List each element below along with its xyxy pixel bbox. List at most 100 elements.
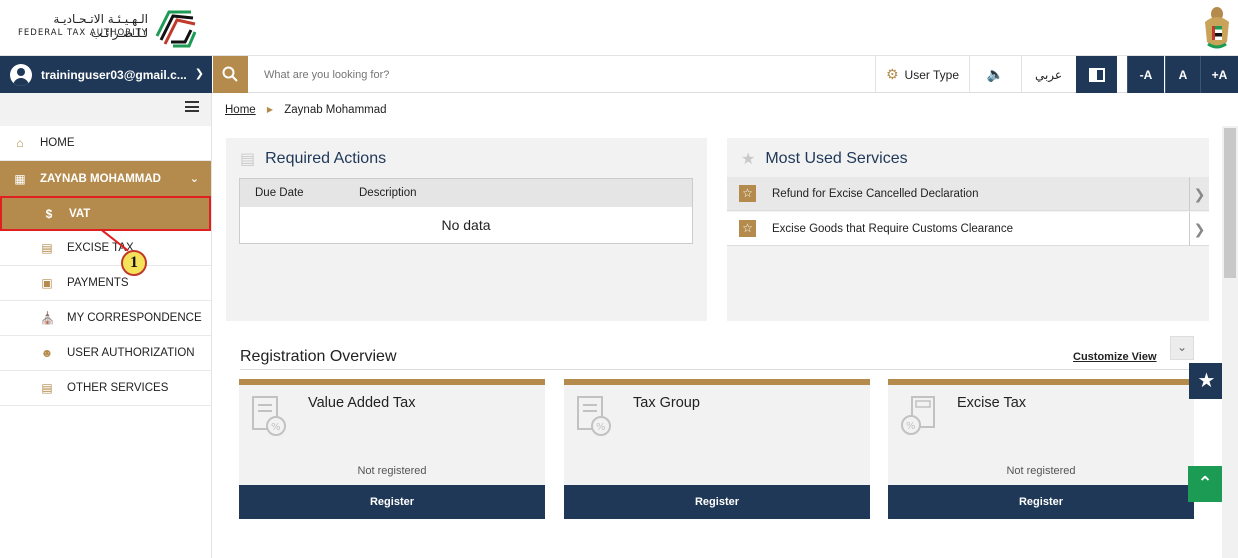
money-bag-icon: $ [45, 206, 53, 221]
home-icon: ⌂ [16, 136, 24, 150]
search-button[interactable] [213, 56, 248, 93]
chevron-right-icon[interactable]: ❯ [1189, 177, 1209, 211]
sidebar-item-excise-tax[interactable]: ▤ EXCISE TAX [0, 231, 211, 266]
registration-status: Not registered [357, 465, 427, 477]
column-header-due-date: Due Date [255, 187, 304, 199]
logo-english-text: FEDERAL TAX AUTHORITY [18, 28, 148, 38]
user-avatar-icon [10, 63, 32, 86]
sidebar-item-label: PAYMENTS [67, 277, 129, 289]
chevron-down-icon: ⌄ [1176, 340, 1188, 354]
registration-card-excise-tax: % Excise Tax Not registered Register [888, 379, 1194, 519]
annotation-step-marker: 1 [121, 250, 147, 276]
top-header: الـهـيـئـة الاتـحـاديـة لـلـضـرائـب FEDE… [0, 0, 1238, 56]
sidebar-item-label: VAT [69, 207, 91, 220]
user-account-menu[interactable]: traininguser03@gmail.c... ❯ [0, 56, 212, 93]
excise-calculator-icon: % [901, 396, 935, 435]
scroll-to-top-button[interactable]: ⌃ [1188, 466, 1222, 502]
most-used-services-panel: ★ Most Used Services ☆ Refund for Excise… [727, 138, 1209, 321]
svg-text:%: % [596, 422, 606, 433]
contrast-toggle-button[interactable] [1076, 56, 1117, 93]
star-icon: ☆ [739, 185, 756, 202]
search-icon [222, 66, 238, 82]
chevron-down-icon: ❯ [194, 68, 204, 80]
table-header: Due Date Description [240, 179, 692, 207]
required-actions-table: Due Date Description No data [239, 178, 693, 244]
sidebar-item-zaynab-mohammad[interactable]: ▦ ZAYNAB MOHAMMAD ⌄ [0, 161, 211, 196]
search-input[interactable] [250, 56, 870, 93]
sidebar-item-label: HOME [40, 137, 75, 149]
registration-overview-title: Registration Overview [240, 348, 397, 365]
register-button[interactable]: Register [564, 485, 870, 519]
hamburger-menu-icon[interactable] [185, 101, 199, 112]
fta-logo-icon [155, 10, 197, 48]
grid-icon: ▦ [14, 171, 26, 186]
card-title: Tax Group [633, 395, 700, 411]
service-item[interactable]: ☆ Excise Goods that Require Customs Clea… [727, 212, 1209, 246]
vat-document-icon: % [252, 396, 286, 436]
sidebar-item-payments[interactable]: ▣ PAYMENTS [0, 266, 211, 301]
uae-emblem-icon [1205, 7, 1229, 49]
excise-tax-icon: ▤ [41, 241, 53, 255]
star-icon: ★ [1197, 370, 1216, 392]
contrast-icon [1088, 67, 1105, 82]
svg-text:%: % [906, 421, 916, 432]
payment-card-icon: ▣ [41, 276, 53, 290]
svg-text:%: % [271, 422, 281, 433]
empty-table-message: No data [441, 217, 491, 233]
sidebar-item-other-services[interactable]: ▤ OTHER SERVICES [0, 371, 211, 406]
user-auth-icon: ☻ [40, 346, 54, 360]
language-toggle-button[interactable]: عربي [1021, 56, 1075, 93]
required-actions-heading: Required Actions [265, 150, 387, 167]
building-icon: ⛪ [40, 311, 55, 325]
collapse-button[interactable]: ⌄ [1170, 336, 1194, 360]
scrollbar-thumb[interactable] [1224, 128, 1236, 278]
star-icon: ☆ [739, 220, 756, 237]
document-icon: ▤ [41, 381, 53, 395]
sidebar-top [0, 93, 211, 126]
double-chevron-up-icon: ⌃ [1197, 473, 1213, 493]
service-item[interactable]: ☆ Refund for Excise Cancelled Declaratio… [727, 177, 1209, 211]
nav-bar: traininguser03@gmail.c... ❯ ⚙ User Type … [0, 56, 1238, 93]
text-to-speech-button[interactable]: 🔈 [969, 56, 1021, 93]
most-used-services-title: ★ Most Used Services [741, 149, 908, 169]
breadcrumb-arrow-icon: ▶ [266, 105, 274, 114]
customize-view-link[interactable]: Customize View [1073, 351, 1157, 363]
star-icon: ★ [741, 151, 756, 168]
sidebar-item-label: MY CORRESPONDENCE [67, 312, 202, 324]
user-type-button[interactable]: ⚙ User Type [875, 56, 969, 93]
card-title: Value Added Tax [308, 395, 416, 411]
required-actions-title: ▤ Required Actions [240, 149, 386, 169]
sidebar-item-label: ZAYNAB MOHAMMAD [40, 172, 161, 185]
sidebar-item-user-authorization[interactable]: ☻ USER AUTHORIZATION [0, 336, 211, 371]
fta-logo[interactable]: الـهـيـئـة الاتـحـاديـة لـلـضـرائـب FEDE… [6, 6, 206, 50]
breadcrumb-home-link[interactable]: Home [225, 104, 256, 116]
breadcrumb-current: Zaynab Mohammad [284, 104, 387, 116]
language-label: عربي [1034, 67, 1063, 82]
user-email: traininguser03@gmail.c... [41, 67, 187, 82]
sidebar-item-home[interactable]: ⌂ HOME [0, 126, 211, 161]
breadcrumb: Home ▶ Zaynab Mohammad [225, 104, 387, 116]
service-item-label: Excise Goods that Require Customs Cleara… [772, 222, 1013, 235]
sidebar-item-label: USER AUTHORIZATION [67, 347, 195, 359]
sidebar-item-vat[interactable]: $ VAT [0, 196, 211, 231]
register-button[interactable]: Register [888, 485, 1194, 519]
register-button[interactable]: Register [239, 485, 545, 519]
speaker-icon: 🔈 [986, 66, 1005, 82]
registration-card-tax-group: % Tax Group Register [564, 379, 870, 519]
sidebar-item-label: OTHER SERVICES [67, 382, 169, 394]
favorites-star-button[interactable]: ★ [1189, 363, 1224, 399]
most-used-services-heading: Most Used Services [765, 150, 908, 167]
required-actions-panel: ▤ Required Actions Due Date Description … [226, 138, 707, 321]
scrollbar[interactable] [1222, 126, 1238, 558]
font-normal-button[interactable]: A [1165, 56, 1200, 93]
main-content: Home ▶ Zaynab Mohammad ▤ Required Action… [213, 93, 1238, 558]
chevron-right-icon[interactable]: ❯ [1189, 212, 1209, 246]
sidebar: ⌂ HOME ▦ ZAYNAB MOHAMMAD ⌄ $ VAT ▤ EXCIS… [0, 93, 212, 558]
column-header-description: Description [359, 187, 417, 199]
divider [240, 369, 1194, 370]
font-increase-button[interactable]: +A [1200, 56, 1238, 93]
font-decrease-button[interactable]: -A [1127, 56, 1164, 93]
user-type-label: User Type [904, 67, 960, 82]
sidebar-item-my-correspondence[interactable]: ⛪ MY CORRESPONDENCE [0, 301, 211, 336]
card-title: Excise Tax [957, 395, 1027, 411]
